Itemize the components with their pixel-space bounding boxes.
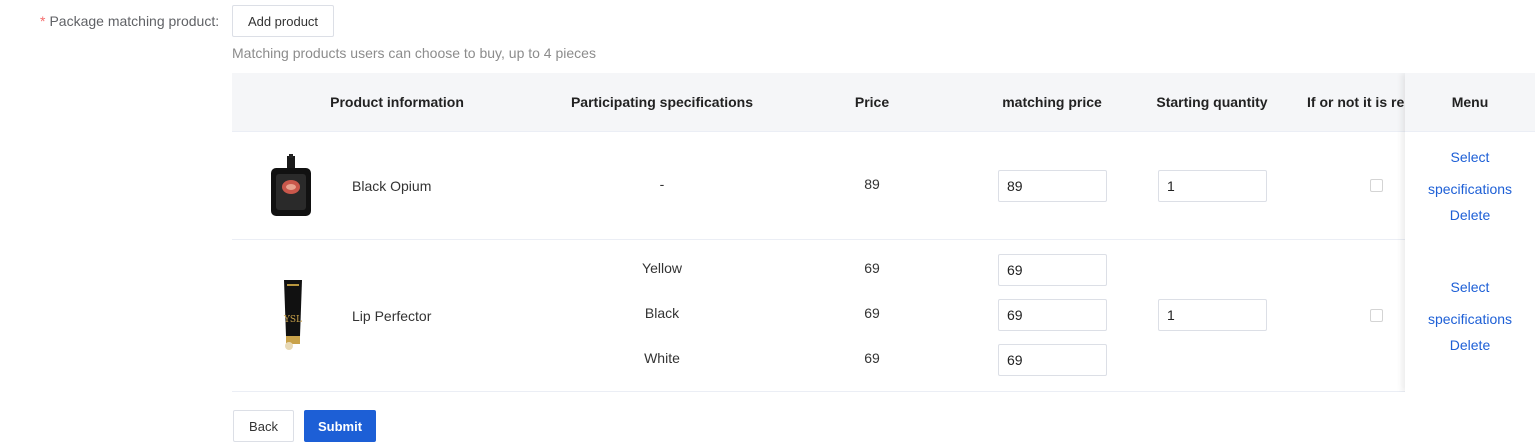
matching-price-input[interactable] bbox=[998, 170, 1107, 202]
header-product-info: Product information bbox=[330, 94, 464, 110]
svg-text:YSL: YSL bbox=[283, 315, 302, 325]
price-value: 89 bbox=[864, 176, 880, 192]
matching-hint: Matching products users can choose to bu… bbox=[232, 45, 596, 61]
table-row: Black Opium - 89 bbox=[232, 132, 1535, 240]
matching-products-table: Product information Participating specif… bbox=[232, 73, 1535, 392]
matching-price-input[interactable] bbox=[998, 344, 1107, 376]
required-checkbox[interactable] bbox=[1370, 309, 1383, 322]
add-product-button[interactable]: Add product bbox=[232, 5, 334, 37]
black-opium-image bbox=[271, 154, 311, 216]
price-value: 69 bbox=[864, 260, 880, 276]
submit-button[interactable]: Submit bbox=[304, 410, 376, 442]
required-mark: * bbox=[40, 13, 46, 29]
product-name: Black Opium bbox=[352, 178, 432, 194]
required-checkbox[interactable] bbox=[1370, 179, 1383, 192]
table-header: Product information Participating specif… bbox=[232, 73, 1535, 132]
header-matching-price: matching price bbox=[1002, 94, 1102, 110]
package-product-label-text: Package matching product: bbox=[49, 13, 220, 29]
table-row: YSL Lip Perfector Yellow 69 Black 69 Whi… bbox=[232, 240, 1535, 392]
back-button[interactable]: Back bbox=[233, 410, 294, 442]
price-value: 69 bbox=[864, 305, 880, 321]
header-menu: Menu bbox=[1405, 73, 1535, 132]
header-required: If or not it is re bbox=[1307, 94, 1405, 110]
matching-price-input[interactable] bbox=[998, 254, 1107, 286]
spec-value: White bbox=[644, 350, 680, 366]
matching-price-input[interactable] bbox=[998, 299, 1107, 331]
select-specifications-link[interactable]: Select bbox=[1405, 149, 1535, 165]
spec-value: - bbox=[659, 176, 665, 192]
lip-perfector-image: YSL bbox=[283, 280, 302, 350]
starting-quantity-input[interactable] bbox=[1158, 299, 1267, 331]
starting-quantity-input[interactable] bbox=[1158, 170, 1267, 202]
select-specifications-link[interactable]: Select bbox=[1405, 279, 1535, 295]
spec-value: Black bbox=[644, 305, 680, 321]
delete-link[interactable]: Delete bbox=[1405, 337, 1535, 353]
header-price: Price bbox=[854, 94, 890, 110]
product-name: Lip Perfector bbox=[352, 308, 432, 324]
header-starting-quantity: Starting quantity bbox=[1156, 94, 1268, 110]
header-specs: Participating specifications bbox=[570, 94, 754, 110]
menu-column: Menu Select specifications Delete Select… bbox=[1405, 73, 1535, 392]
price-value: 69 bbox=[864, 350, 880, 366]
spec-value: Yellow bbox=[642, 260, 682, 276]
delete-link[interactable]: Delete bbox=[1405, 207, 1535, 223]
select-specifications-link-text[interactable]: specifications bbox=[1405, 311, 1535, 327]
select-specifications-link-text[interactable]: specifications bbox=[1405, 181, 1535, 197]
package-product-label: * Package matching product: bbox=[40, 13, 219, 29]
